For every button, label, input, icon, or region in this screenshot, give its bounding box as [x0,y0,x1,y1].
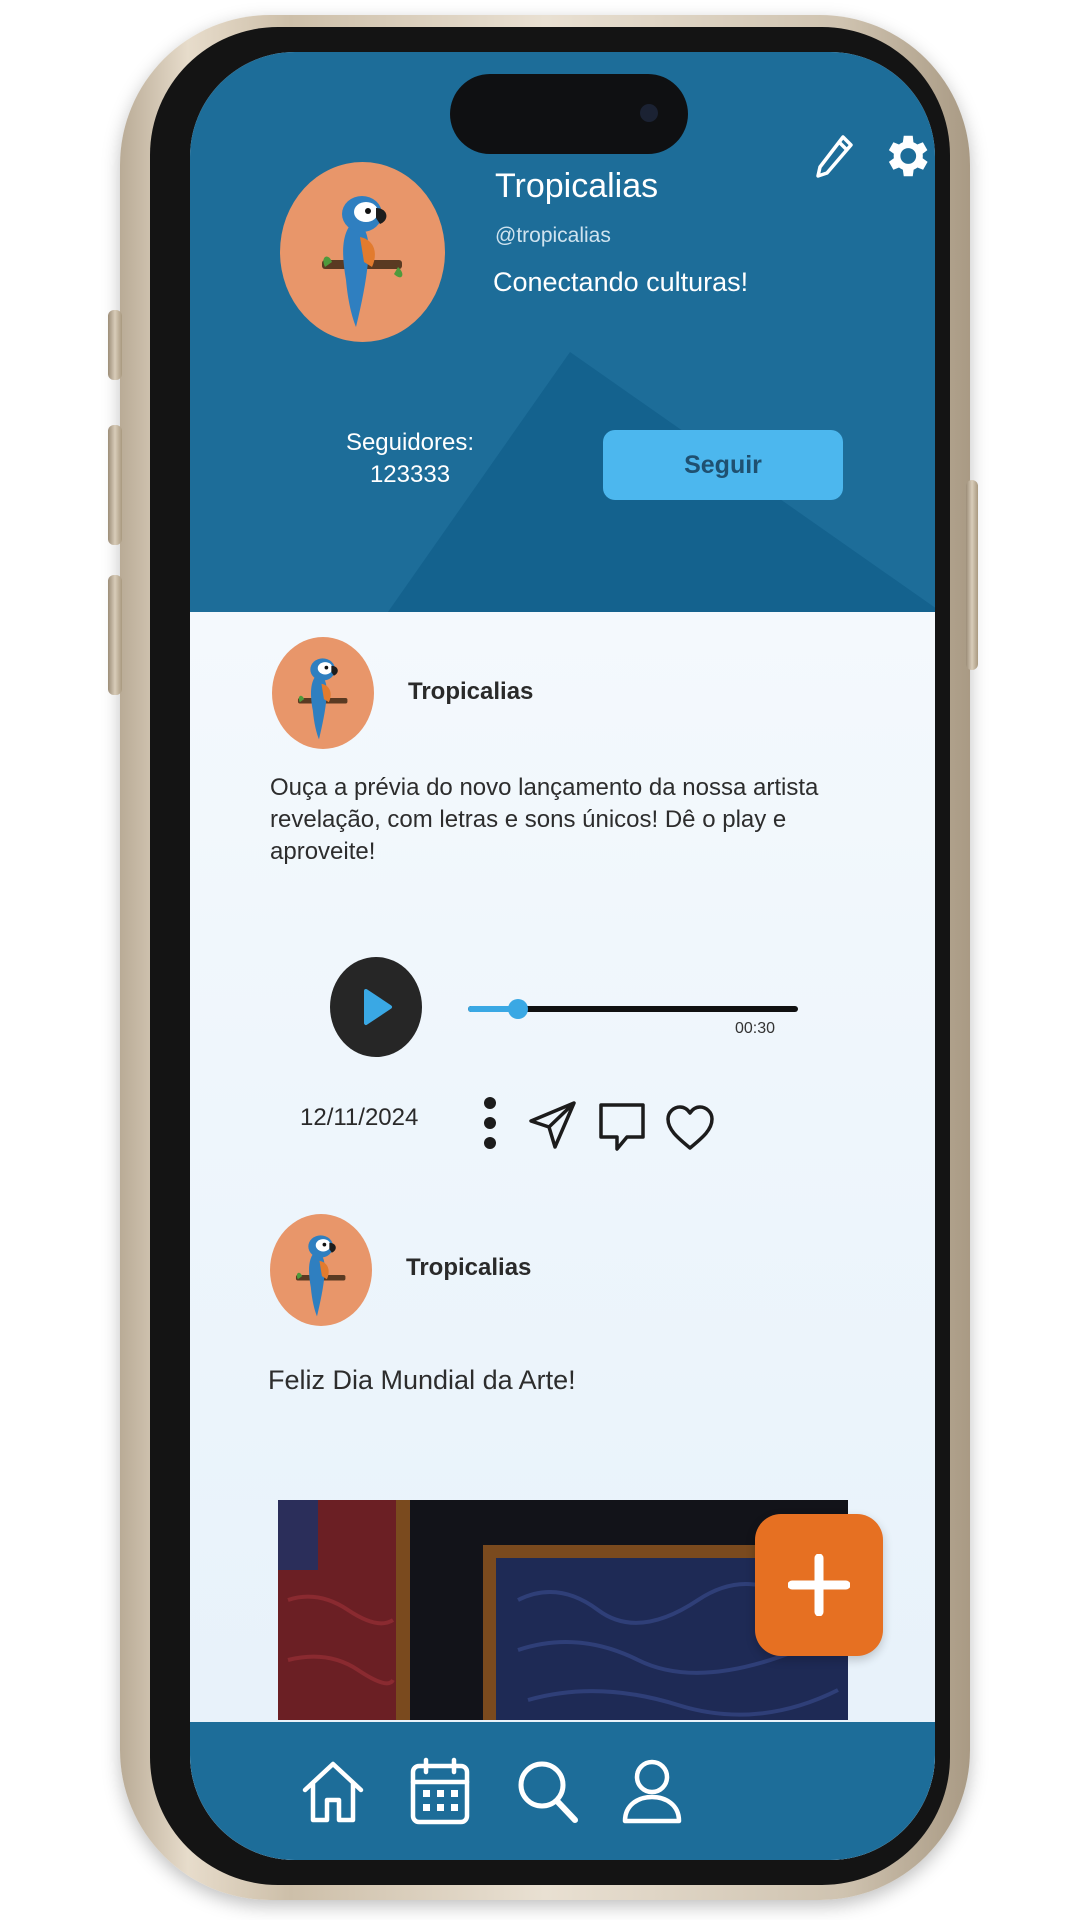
profile-avatar [280,162,445,342]
side-button-volume-up [108,425,122,545]
followers-count: 123333 [369,461,451,488]
search-icon [518,1761,578,1823]
followers-stat: Seguidores: 123333 [310,427,510,491]
audio-time: 00:30 [735,1020,776,1037]
nav-home[interactable] [293,1747,373,1837]
post-text: Ouça a prévia do novo lançamento da noss… [270,774,819,865]
send-icon[interactable] [525,1097,581,1153]
pencil-icon[interactable] [815,132,855,180]
plus-icon [788,1554,850,1616]
profile-name: Tropicalias [495,167,659,205]
profile-handle: @tropicalias [495,224,611,247]
play-button[interactable] [330,957,422,1057]
side-button-power [966,480,978,670]
phone-screen: Tropicalias @tropicalias Conectando cult… [190,52,935,1860]
side-button-action [108,310,122,380]
nav-calendar[interactable] [400,1747,480,1837]
more-icon[interactable] [475,1092,505,1154]
comment-icon[interactable] [594,1099,650,1155]
post-author[interactable]: Tropicalias [406,1254,531,1282]
front-camera [640,104,658,122]
play-icon [364,989,392,1025]
post-text: Feliz Dia Mundial da Arte! [268,1365,576,1395]
post-author[interactable]: Tropicalias [408,678,533,706]
calendar-icon [410,1757,470,1825]
nav-search[interactable] [508,1747,588,1837]
nav-profile[interactable] [612,1747,692,1837]
post-date: 12/11/2024 [300,1104,419,1131]
gear-icon[interactable] [878,128,934,184]
post-avatar[interactable] [272,637,374,749]
follow-button[interactable]: Seguir [603,430,843,500]
audio-progress-handle[interactable] [507,999,528,1019]
side-button-volume-down [108,575,122,695]
followers-label: Seguidores: [345,429,475,456]
heart-icon[interactable] [662,1100,718,1156]
profile-icon [622,1759,682,1824]
home-icon [302,1761,364,1823]
post-avatar[interactable] [270,1214,372,1326]
profile-bio: Conectando culturas! [493,267,749,297]
create-post-button[interactable] [755,1514,883,1656]
